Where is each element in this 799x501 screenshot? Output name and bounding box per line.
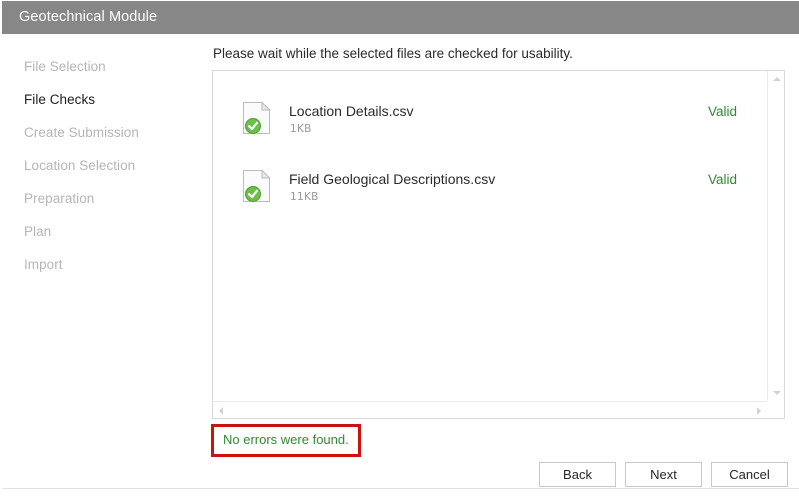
footer-separator: [2, 488, 799, 489]
vertical-scrollbar[interactable]: [767, 71, 784, 401]
file-check-icon: [242, 169, 272, 203]
horizontal-scrollbar[interactable]: [213, 401, 767, 418]
file-size: 11KB: [290, 191, 319, 203]
back-button[interactable]: Back: [539, 462, 616, 487]
result-message-highlight: No errors were found.: [211, 424, 361, 457]
sidebar-item-preparation[interactable]: Preparation: [24, 182, 199, 215]
title-bar: Geotechnical Module: [2, 1, 799, 34]
file-status-badge: Valid: [708, 172, 738, 187]
file-check-list-panel: Location Details.csv 1KB Valid Field Geo…: [212, 70, 785, 419]
wizard-sidebar: File Selection File Checks Create Submis…: [2, 34, 202, 501]
file-name: Field Geological Descriptions.csv: [289, 171, 496, 187]
sidebar-item-import[interactable]: Import: [24, 248, 199, 281]
file-check-icon: [242, 101, 272, 135]
file-name: Location Details.csv: [289, 103, 414, 119]
file-size: 1KB: [290, 123, 312, 135]
file-list-row[interactable]: Location Details.csv 1KB Valid: [213, 71, 767, 155]
sidebar-item-file-checks[interactable]: File Checks: [24, 83, 199, 116]
cancel-button[interactable]: Cancel: [711, 462, 788, 487]
scrollbar-corner: [767, 401, 784, 418]
file-list-row[interactable]: Field Geological Descriptions.csv 11KB V…: [213, 155, 767, 223]
sidebar-item-file-selection[interactable]: File Selection: [24, 50, 199, 83]
footer-button-group: Back Next Cancel: [539, 462, 788, 487]
next-button[interactable]: Next: [625, 462, 702, 487]
sidebar-item-plan[interactable]: Plan: [24, 215, 199, 248]
file-list: Location Details.csv 1KB Valid Field Geo…: [213, 71, 767, 401]
result-message-text: No errors were found.: [223, 432, 349, 447]
sidebar-item-create-submission[interactable]: Create Submission: [24, 116, 199, 149]
main-content: Please wait while the selected files are…: [202, 34, 799, 501]
sidebar-item-location-selection[interactable]: Location Selection: [24, 149, 199, 182]
scroll-down-arrow-icon[interactable]: [773, 391, 781, 395]
file-status-badge: Valid: [708, 104, 738, 119]
scroll-left-arrow-icon[interactable]: [219, 407, 223, 415]
window-title: Geotechnical Module: [19, 9, 158, 25]
scroll-right-arrow-icon[interactable]: [757, 407, 761, 415]
wizard-step-list: File Selection File Checks Create Submis…: [24, 50, 199, 281]
scroll-up-arrow-icon[interactable]: [773, 77, 781, 81]
instruction-text: Please wait while the selected files are…: [213, 46, 573, 61]
geotechnical-module-window: Geotechnical Module File Selection File …: [0, 0, 799, 501]
